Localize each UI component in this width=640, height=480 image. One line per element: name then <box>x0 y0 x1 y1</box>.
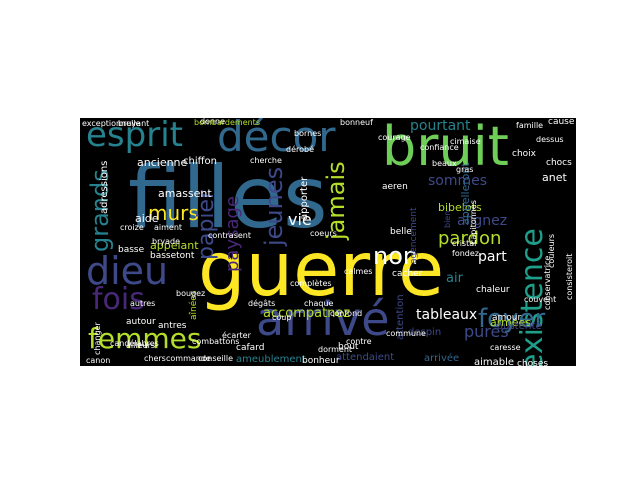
cloud-word-conseille: conseille <box>198 354 234 363</box>
cloud-word-donne: donne <box>200 118 226 126</box>
cloud-word-dorment: dorment <box>318 345 353 354</box>
cloud-word-chers: chers <box>144 354 166 363</box>
cloud-word-amour: amour <box>492 313 522 323</box>
cloud-word-arrivee: arrivée <box>424 353 460 364</box>
cloud-word-caresse: caresse <box>490 343 521 352</box>
cloud-word-fondez: fondez <box>452 249 479 258</box>
cloud-word-adressions: adressions <box>99 160 110 214</box>
cloud-word-sommes: sommes <box>428 173 488 189</box>
cloud-word-bougez: bougez <box>176 289 206 298</box>
cloud-word-ecarter: écarter <box>222 331 251 340</box>
cloud-word-bruyant: bruyant <box>118 119 150 128</box>
cloud-word-chocs: chocs <box>546 158 572 168</box>
cloud-word-ancienne: ancienne <box>137 156 188 169</box>
cloud-word-amassent: amassent <box>158 187 212 200</box>
cloud-word-contrasent: contrasent <box>208 231 251 240</box>
cloud-word-chiffon: chiffon <box>183 156 217 167</box>
cloud-word-gras: gras <box>456 165 474 174</box>
cloud-word-changer: changer <box>93 322 102 355</box>
cloud-word-bornes: bornes <box>294 129 322 138</box>
cloud-word-autres: autres <box>130 299 156 308</box>
cloud-word-apporter: apporter <box>299 176 310 220</box>
cloud-word-couleurs: couleurs <box>547 233 556 268</box>
cloud-word-capitonnes: capitonnés <box>469 200 478 244</box>
cloud-word-autour: autour <box>126 317 156 327</box>
cloud-word-pourtant: pourtant <box>410 118 471 134</box>
cloud-word-bonheur: bonheur <box>302 356 340 366</box>
cloud-word-papier: papier <box>194 189 219 260</box>
cloud-word-aeren: aeren <box>382 182 408 192</box>
cloud-word-part: part <box>478 249 507 265</box>
cloud-word-basse: basse <box>118 245 145 255</box>
cloud-word-cafard: cafard <box>236 343 265 353</box>
word-cloud: filles guerre arrivé bruit décor esprit dieu ex… <box>80 118 576 366</box>
cloud-word-chaleur: chaleur <box>476 285 510 295</box>
cloud-word-aimable: aimable <box>474 357 515 367</box>
cloud-word-agencement: agencement <box>409 207 419 265</box>
cloud-word-beaux: beaux <box>432 159 457 168</box>
cloud-word-candelabres: candélabres <box>110 339 159 348</box>
cloud-word-choix: choix <box>512 149 536 159</box>
cloud-word-chaque: chaque <box>304 299 334 308</box>
cloud-word-coup: coup <box>272 313 292 322</box>
cloud-word-completes: complètes <box>290 279 332 288</box>
cloud-word-cacher: cacher <box>392 269 423 279</box>
cloud-word-derobe: dérobé <box>286 145 315 154</box>
cloud-word-cherche: cherche <box>250 156 282 165</box>
cloud-word-air: air <box>446 271 463 286</box>
cloud-word-anet: anet <box>542 171 567 184</box>
cloud-word-courage: courage <box>378 133 411 142</box>
cloud-word-bryade: bryade <box>152 237 181 246</box>
cloud-word-bassetont: bassetont <box>150 251 195 261</box>
cloud-word-jeunes: jeunes <box>260 166 288 246</box>
cloud-word-cause: cause <box>548 118 575 127</box>
cloud-word-attendaient: attendaient <box>336 352 395 363</box>
cloud-word-coeurs: coeurs <box>310 229 337 238</box>
cloud-word-aiment: aiment <box>154 223 183 232</box>
cloud-word-degats: dégâts <box>248 299 276 308</box>
cloud-word-famille: famille <box>516 121 544 130</box>
cloud-word-bonneuf: bonneuf <box>340 118 373 127</box>
cloud-word-confond: confond <box>330 309 363 318</box>
cloud-word-cimaise: cimaise <box>450 137 481 146</box>
cloud-word-choses: choses <box>517 359 549 367</box>
cloud-word-austerite: austérité <box>497 321 542 332</box>
cloud-word-dessus: dessus <box>536 135 564 144</box>
cloud-word-antres: antres <box>158 321 187 331</box>
cloud-word-croize: croize <box>120 223 144 232</box>
cloud-word-commune: commune <box>386 329 426 338</box>
cloud-word-consisteroit: consisteroit <box>565 253 574 300</box>
cloud-word-tableaux: tableaux <box>416 307 478 323</box>
cloud-word-canon: canon <box>86 356 111 365</box>
cloud-word-ameublement: ameublement <box>236 354 306 365</box>
cloud-word-calmes: calmes <box>344 267 373 276</box>
cloud-word-bien: bien <box>443 210 452 228</box>
